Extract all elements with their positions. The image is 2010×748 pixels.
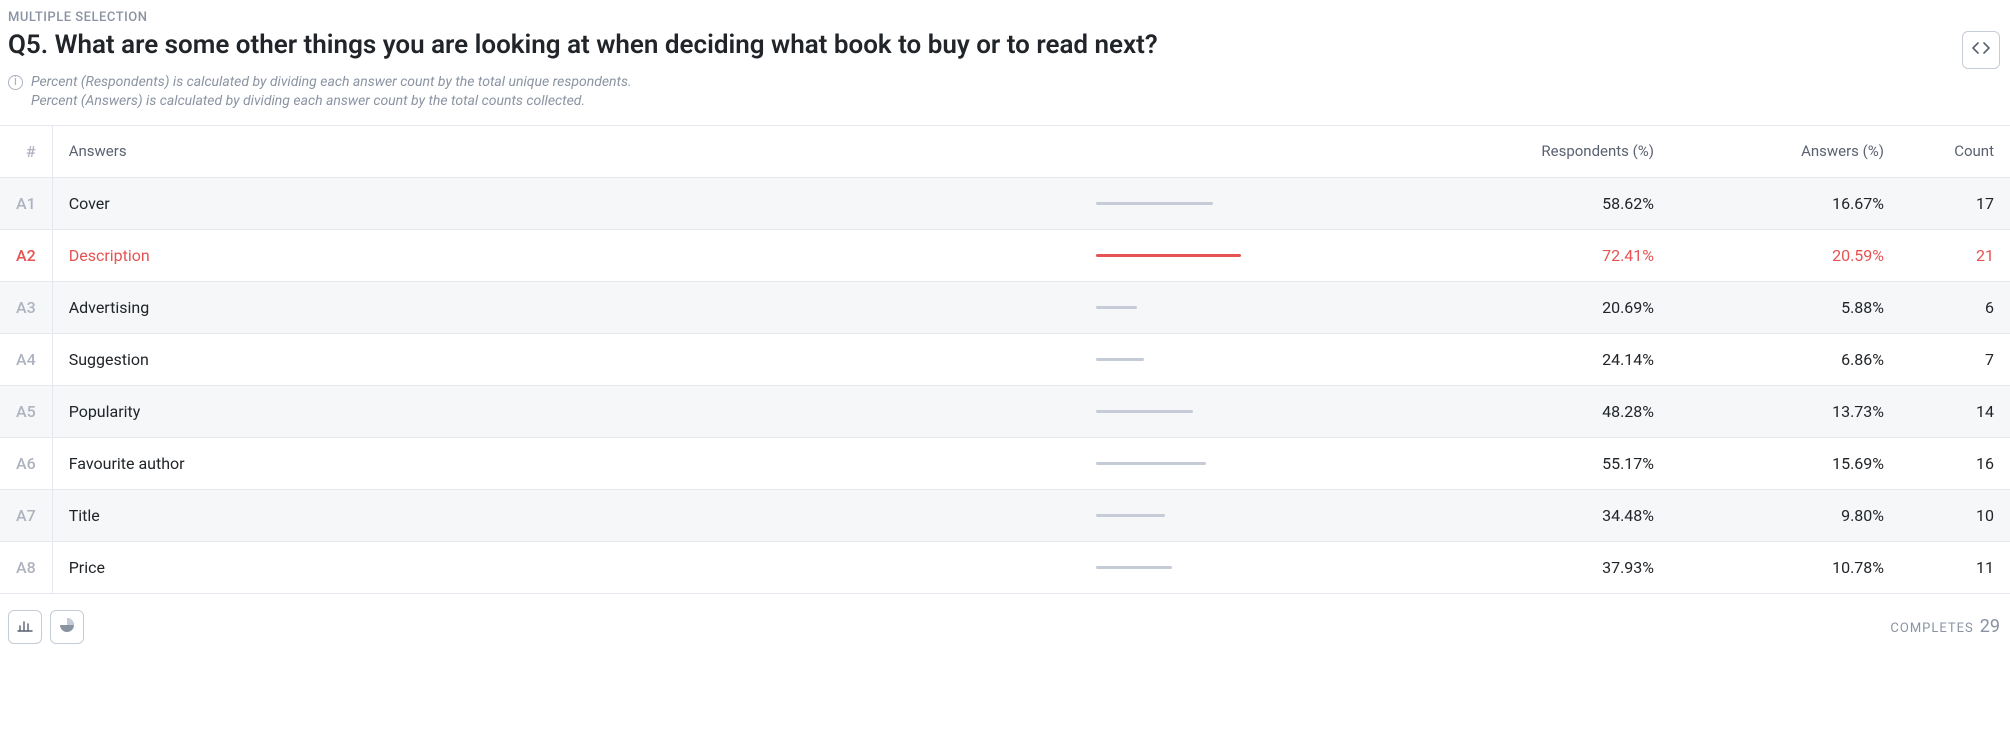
table-row: A8Price 37.93%10.78%11 <box>0 541 2010 593</box>
table-row: A4Suggestion 24.14%6.86%7 <box>0 333 2010 385</box>
row-respondents-pct: 58.62% <box>1440 177 1670 229</box>
row-answer-label: Description <box>52 229 1080 281</box>
question-title: Q5. What are some other things you are l… <box>8 29 1158 63</box>
bar-fill <box>1096 254 1241 257</box>
row-index: A5 <box>0 385 52 437</box>
completes-label-block: COMPLETES 29 <box>1890 616 2002 637</box>
pie-chart-button[interactable] <box>50 610 84 644</box>
row-answers-pct: 15.69% <box>1670 437 1900 489</box>
row-bar <box>1080 541 1440 593</box>
table-row: A6Favourite author 55.17%15.69%16 <box>0 437 2010 489</box>
row-respondents-pct: 24.14% <box>1440 333 1670 385</box>
bar-chart-icon <box>17 618 33 636</box>
bar-fill <box>1096 514 1165 517</box>
row-respondents-pct: 34.48% <box>1440 489 1670 541</box>
row-index: A6 <box>0 437 52 489</box>
col-header-answers: Answers <box>52 125 1080 177</box>
bar-fill <box>1096 202 1213 205</box>
embed-code-button[interactable] <box>1962 31 2000 69</box>
row-answers-pct: 6.86% <box>1670 333 1900 385</box>
calculation-note: i Percent (Respondents) is calculated by… <box>8 73 2002 111</box>
code-icon <box>1972 41 1990 59</box>
bar-fill <box>1096 462 1206 465</box>
row-bar <box>1080 385 1440 437</box>
info-icon: i <box>8 75 23 90</box>
row-answers-pct: 5.88% <box>1670 281 1900 333</box>
row-answers-pct: 13.73% <box>1670 385 1900 437</box>
row-answer-label: Title <box>52 489 1080 541</box>
row-count: 16 <box>1900 437 2010 489</box>
row-answer-label: Popularity <box>52 385 1080 437</box>
note-line-1: Percent (Respondents) is calculated by d… <box>31 73 632 92</box>
row-answer-label: Price <box>52 541 1080 593</box>
col-header-answers-pct: Answers (%) <box>1670 125 1900 177</box>
table-row: A5Popularity 48.28%13.73%14 <box>0 385 2010 437</box>
row-respondents-pct: 37.93% <box>1440 541 1670 593</box>
row-index: A8 <box>0 541 52 593</box>
row-index: A1 <box>0 177 52 229</box>
row-bar <box>1080 333 1440 385</box>
row-index: A3 <box>0 281 52 333</box>
bar-chart-button[interactable] <box>8 610 42 644</box>
pie-chart-icon <box>59 617 75 637</box>
table-row: A2Description 72.41%20.59%21 <box>0 229 2010 281</box>
row-answer-label: Cover <box>52 177 1080 229</box>
col-header-respondents: Respondents (%) <box>1440 125 1670 177</box>
row-respondents-pct: 20.69% <box>1440 281 1670 333</box>
row-respondents-pct: 72.41% <box>1440 229 1670 281</box>
table-row: A1Cover 58.62%16.67%17 <box>0 177 2010 229</box>
row-answers-pct: 10.78% <box>1670 541 1900 593</box>
results-table: # Answers Respondents (%) Answers (%) Co… <box>0 125 2010 593</box>
row-bar <box>1080 281 1440 333</box>
row-count: 17 <box>1900 177 2010 229</box>
row-count: 7 <box>1900 333 2010 385</box>
row-bar <box>1080 177 1440 229</box>
bar-fill <box>1096 358 1144 361</box>
row-count: 21 <box>1900 229 2010 281</box>
note-line-2: Percent (Answers) is calculated by divid… <box>31 92 632 111</box>
bar-fill <box>1096 410 1193 413</box>
table-header-row: # Answers Respondents (%) Answers (%) Co… <box>0 125 2010 177</box>
row-answers-pct: 16.67% <box>1670 177 1900 229</box>
row-count: 14 <box>1900 385 2010 437</box>
col-header-count: Count <box>1900 125 2010 177</box>
row-answer-label: Advertising <box>52 281 1080 333</box>
col-header-index: # <box>0 125 52 177</box>
row-index: A2 <box>0 229 52 281</box>
row-count: 10 <box>1900 489 2010 541</box>
table-row: A3Advertising 20.69%5.88%6 <box>0 281 2010 333</box>
col-header-bar <box>1080 125 1440 177</box>
bar-fill <box>1096 306 1137 309</box>
row-answer-label: Suggestion <box>52 333 1080 385</box>
row-answers-pct: 9.80% <box>1670 489 1900 541</box>
row-answers-pct: 20.59% <box>1670 229 1900 281</box>
row-respondents-pct: 48.28% <box>1440 385 1670 437</box>
row-bar <box>1080 437 1440 489</box>
row-index: A7 <box>0 489 52 541</box>
row-count: 11 <box>1900 541 2010 593</box>
table-row: A7Title 34.48%9.80%10 <box>0 489 2010 541</box>
row-index: A4 <box>0 333 52 385</box>
question-type-label: MULTIPLE SELECTION <box>8 10 2002 25</box>
row-answer-label: Favourite author <box>52 437 1080 489</box>
row-count: 6 <box>1900 281 2010 333</box>
completes-label: COMPLETES <box>1890 621 1973 636</box>
row-bar <box>1080 489 1440 541</box>
completes-value: 29 <box>1980 616 2000 637</box>
row-respondents-pct: 55.17% <box>1440 437 1670 489</box>
bar-fill <box>1096 566 1172 569</box>
row-bar <box>1080 229 1440 281</box>
